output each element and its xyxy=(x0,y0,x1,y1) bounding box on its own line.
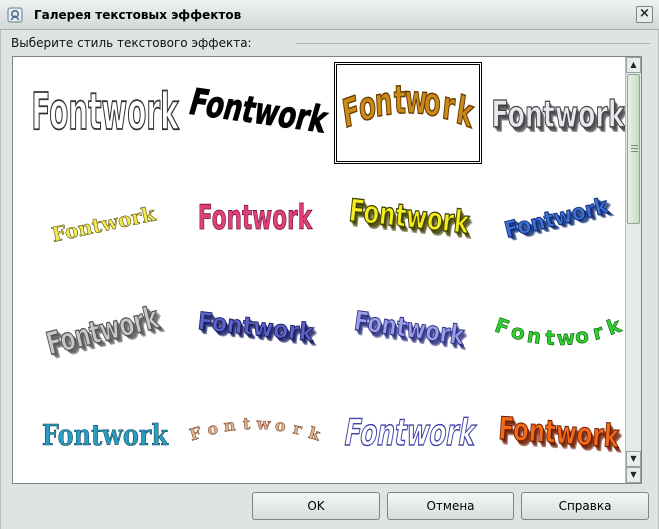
fontwork-preview: Fontwork xyxy=(339,76,478,138)
ok-button[interactable]: OK xyxy=(252,492,380,520)
fontwork-preview: FontworkFontworkFontworkFontworkFontwork xyxy=(42,299,168,367)
fontwork-preview: FontworkFontworkFontworkFontworkFontwork xyxy=(501,191,616,246)
effect-cell-14[interactable]: Fontwork xyxy=(180,383,330,487)
close-icon: × xyxy=(639,6,650,21)
effect-cell-3[interactable]: Fontwork xyxy=(333,61,483,165)
scroll-thumb[interactable] xyxy=(627,74,640,224)
title-bar: Галерея текстовых эффектов × xyxy=(0,0,659,30)
effect-cell-4[interactable]: Fontwork Fontwork Fontwork Fontwork Fontwork xyxy=(483,61,633,165)
effects-grid: Fontwork Fontwork Fo n t w o r k Fontwork Fontwork… xyxy=(13,57,629,483)
fontwork-preview: Fontwork xyxy=(49,201,159,247)
fontwork-preview: Fontwork xyxy=(492,312,625,350)
effect-cell-15[interactable]: Fontwork xyxy=(333,383,483,487)
fontwork-text: Fontwork xyxy=(50,201,159,247)
fontwork-letter: F xyxy=(340,87,363,137)
window-title: Галерея текстовых эффектов xyxy=(34,8,242,22)
fontwork-preview: Fontwork xyxy=(42,419,169,453)
effects-gallery: Fontwork Fontwork Fo n t w o r k Fontwork Fontwork… xyxy=(12,56,642,484)
effect-cell-7[interactable]: Fontwork Fontwork Fontwork Fontwork Fontwork xyxy=(333,167,483,271)
fontwork-preview: Fontwork xyxy=(184,80,330,142)
gallery-app-icon xyxy=(7,7,23,23)
fontwork-preview: FontworkFontworkFontworkFontworkFontwork xyxy=(196,308,319,352)
fontwork-letter: o xyxy=(423,78,443,126)
effect-cell-13[interactable]: Fontwork xyxy=(30,383,180,487)
fontwork-preview: FontworkFontworkFontworkFontworkFontwork xyxy=(347,193,475,247)
scroll-grip xyxy=(631,151,638,152)
fontwork-text: Fontwork xyxy=(184,80,330,141)
fontwork-text: Fontwork xyxy=(491,94,625,136)
scroll-down-button[interactable]: ▼ xyxy=(626,451,641,467)
fontwork-text: Fontwork xyxy=(42,419,169,453)
scroll-grip xyxy=(631,148,638,149)
vertical-scrollbar[interactable]: ▲ ▼ ▼ xyxy=(625,57,641,483)
scroll-grip xyxy=(631,145,638,146)
fontwork-letter: w xyxy=(255,414,272,434)
fontwork-letter: r xyxy=(440,82,457,130)
fontwork-preview: Fontwork xyxy=(187,414,324,445)
fontwork-letter: o xyxy=(205,418,220,439)
effect-cell-11[interactable]: Fontwork Fontwork Fontwork Fontwork Fontwork xyxy=(333,277,483,381)
fontwork-letter: n xyxy=(373,78,393,126)
effect-cell-16[interactable]: Fontwork Fontwork Fontwork Fontwork Fontwork xyxy=(483,383,633,487)
fontwork-letter: k xyxy=(603,313,624,340)
fontwork-letter: w xyxy=(556,325,576,350)
fontwork-letter: r xyxy=(292,419,305,439)
fontwork-letter: F xyxy=(187,423,204,445)
effect-cell-10[interactable]: Fontwork Fontwork Fontwork Fontwork Fontwork xyxy=(180,277,330,381)
fontwork-letter: n xyxy=(525,323,543,349)
fontwork-letter: w xyxy=(404,77,428,124)
fontwork-letter: o xyxy=(509,319,528,346)
fontwork-letter: t xyxy=(545,326,556,350)
fontwork-preview: Fontwork xyxy=(31,81,180,142)
fontwork-letter: k xyxy=(454,87,477,137)
fontwork-letter: k xyxy=(307,423,324,445)
section-label: Выберите стиль текстового эффекта: xyxy=(11,36,256,50)
effect-cell-12[interactable]: Fontwork xyxy=(483,277,633,381)
fontwork-letter: t xyxy=(394,77,407,123)
fontwork-letter: t xyxy=(242,414,251,433)
fontwork-letter: o xyxy=(357,82,378,131)
button-row: OK Отмена Справка xyxy=(0,492,659,522)
effect-cell-8[interactable]: Fontwork Fontwork Fontwork Fontwork Fontwork xyxy=(483,167,633,271)
fontwork-letter: o xyxy=(573,323,590,349)
help-button[interactable]: Справка xyxy=(521,492,649,520)
fontwork-letter: r xyxy=(590,319,605,345)
effect-cell-2[interactable]: Fontwork xyxy=(180,61,330,165)
effect-cell-5[interactable]: Fontwork xyxy=(30,167,180,271)
scroll-up-button[interactable]: ▲ xyxy=(626,57,641,73)
cancel-button[interactable]: Отмена xyxy=(387,492,514,520)
fontwork-preview: Fontwork xyxy=(340,412,480,455)
effect-cell-6[interactable]: Fontwork xyxy=(180,167,330,271)
effect-cell-9[interactable]: Fontwork Fontwork Fontwork Fontwork Fontwork xyxy=(30,277,180,381)
effect-cell-1[interactable]: Fontwork xyxy=(30,61,180,165)
fontwork-preview: Fontwork xyxy=(198,198,314,238)
fontwork-preview: FontworkFontworkFontworkFontworkFontwork xyxy=(352,305,470,357)
fontwork-preview: FontworkFontworkFontworkFontworkFontwork xyxy=(491,94,629,142)
section-divider xyxy=(296,43,650,44)
fontwork-preview: FontworkFontworkFontworkFontworkFontwork xyxy=(497,411,624,461)
fontwork-text: Fontwork xyxy=(31,82,180,142)
close-button[interactable]: × xyxy=(636,6,653,23)
fontwork-letter: n xyxy=(223,415,237,435)
fontwork-text: Fontwork xyxy=(341,413,480,455)
fontwork-letter: o xyxy=(274,415,287,435)
fontwork-text: Fontwork xyxy=(198,198,313,237)
scroll-down-button-alt[interactable]: ▼ xyxy=(626,467,641,483)
